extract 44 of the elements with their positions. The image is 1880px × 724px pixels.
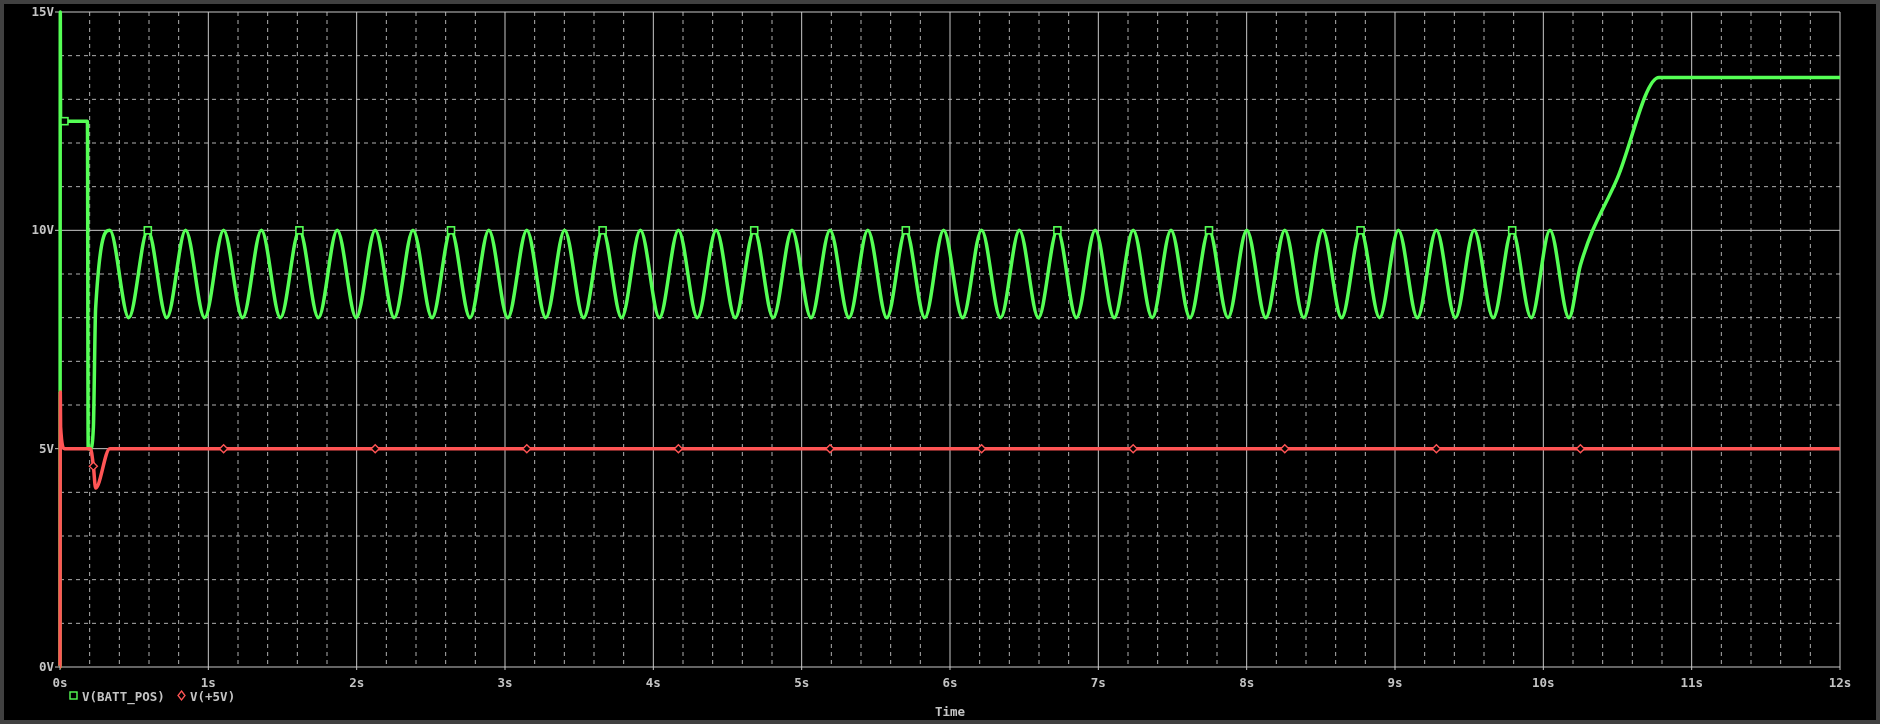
x-tick-label: 11s [1680, 675, 1703, 690]
y-tick-label: 5V [38, 440, 54, 456]
square-marker-icon [901, 226, 911, 235]
square-marker-icon [295, 226, 304, 235]
x-axis-title: Time [934, 704, 966, 719]
diamond-marker-icon [673, 443, 684, 454]
x-tick-label: 1s [200, 675, 216, 690]
legend-label: V(BATT_POS) [82, 689, 165, 704]
diamond-marker-icon [825, 443, 835, 454]
diamond-marker-icon [976, 443, 987, 454]
diamond-marker-icon [521, 443, 532, 454]
diamond-marker-icon [1431, 443, 1442, 454]
x-tick-label: 3s [497, 675, 513, 690]
legend-diamond-icon [177, 689, 186, 702]
x-tick-label: 4s [645, 675, 661, 690]
x-tick-label: 8s [1239, 675, 1255, 690]
diamond-marker-icon [88, 461, 99, 472]
square-marker-icon [1507, 226, 1517, 235]
square-marker-icon [749, 226, 759, 235]
square-marker-icon [598, 226, 607, 235]
y-tick-label: 15V [31, 4, 54, 19]
square-marker-icon [143, 226, 153, 235]
square-marker-icon [446, 226, 456, 235]
square-marker-icon [1053, 226, 1062, 235]
legend-square-icon [69, 691, 78, 700]
diamond-marker-icon [1279, 443, 1290, 454]
y-tick-label: 10V [31, 222, 54, 238]
x-tick-label: 2s [349, 675, 365, 690]
diamond-marker-icon [1575, 443, 1586, 454]
x-tick-label: 6s [942, 675, 958, 690]
square-marker-icon [60, 116, 69, 126]
x-tick-label: 10s [1532, 675, 1555, 690]
x-tick-label: 7s [1090, 675, 1106, 690]
legend-label: V(+5V) [190, 689, 236, 704]
x-tick-label: 0s [52, 675, 68, 690]
square-marker-icon [1204, 226, 1214, 235]
x-tick-label: 5s [794, 675, 810, 690]
x-tick-label: 12s [1828, 675, 1852, 690]
diamond-marker-icon [370, 443, 381, 454]
square-marker-icon [1356, 226, 1365, 235]
x-tick-label: 9s [1387, 675, 1403, 690]
y-tick-label: 0V [38, 659, 54, 674]
diamond-marker-icon [1128, 443, 1139, 454]
diamond-marker-icon [218, 443, 229, 454]
